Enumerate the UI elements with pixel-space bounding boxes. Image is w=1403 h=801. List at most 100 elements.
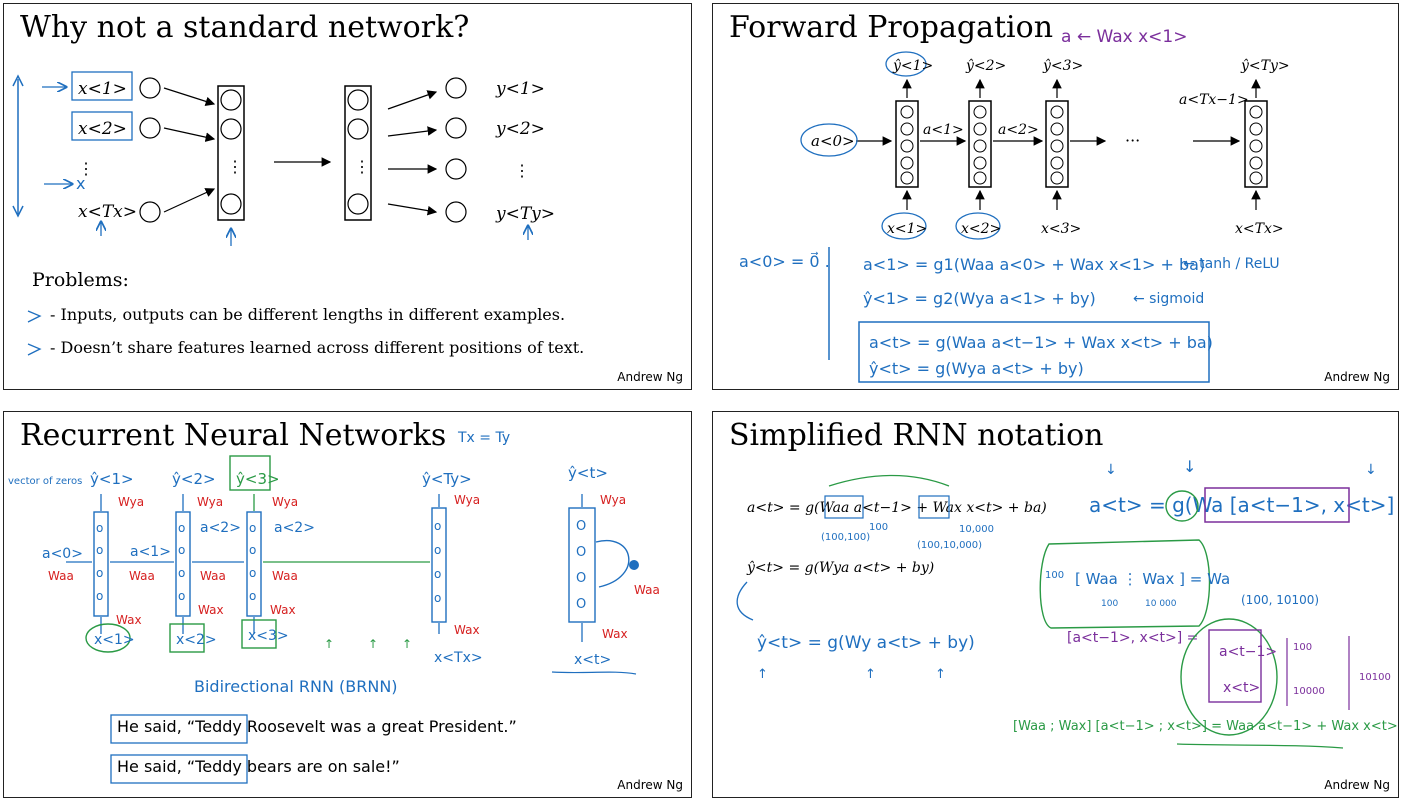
rnn-unit: oooo [246, 511, 262, 617]
handwritten-equation: [ Waa ⋮ Wax ] = Wa [1075, 570, 1230, 588]
input-node [139, 77, 161, 99]
output-label: ŷ<3> [1042, 57, 1083, 74]
input-label: x<1> [94, 632, 135, 648]
svg-text:o: o [96, 521, 103, 535]
svg-text:↓: ↓ [1183, 457, 1196, 476]
weight-label: Wax [602, 627, 628, 641]
example-sentence: He said, “Teddy bears are on sale!” [117, 757, 400, 776]
svg-text:↑: ↑ [368, 637, 378, 651]
output-node [445, 77, 467, 99]
problem-item: - Doesn’t share features learned across … [50, 338, 585, 357]
forward-propagation-diagram: a ← Wax x<1> a<0> a<1> a<2> ··· a<Tx−1> … [739, 27, 1290, 383]
svg-text:o: o [178, 566, 185, 580]
output-label: y<1> [495, 79, 545, 99]
handwritten-annotation: a ← Wax x<1> [1061, 27, 1187, 47]
output-label: ŷ<Ty> [422, 470, 472, 488]
output-label: ŷ<1> [90, 470, 134, 488]
input-label: x<2> [176, 632, 217, 648]
handwritten-equation: a<t> = g(Wa [a<t−1>, x<t>] + ba) [1089, 493, 1399, 517]
example-sentence: He said, “Teddy Roosevelt was a great Pr… [117, 717, 517, 736]
dots: ⋮ [78, 159, 94, 178]
output-label: ŷ<1> [892, 57, 933, 74]
input-node [139, 201, 161, 223]
svg-text:↓: ↓ [1365, 462, 1377, 478]
input-node [139, 117, 161, 139]
standard-network-diagram: x<1> x<2> x<Tx> x ⋮ ⋮ ⋮ y<1> y<2> ⋮ y<Ty… [12, 71, 555, 356]
activation-label: a<Tx−1> [1179, 92, 1249, 108]
svg-text:↑: ↑ [757, 667, 768, 682]
dimension-note: 10100 [1359, 672, 1391, 683]
svg-text:o: o [249, 589, 256, 603]
svg-text:O: O [576, 597, 586, 612]
output-label: ŷ<2> [965, 57, 1006, 74]
activation-label: a<1> [923, 122, 964, 138]
svg-text:o: o [96, 543, 103, 557]
weight-label: Wax [454, 623, 480, 637]
svg-text:↑: ↑ [865, 667, 876, 682]
input-label: x<2> [78, 119, 127, 139]
svg-text:↓: ↓ [1105, 462, 1117, 478]
dimension-note: (100,10,000) [917, 540, 982, 551]
svg-text:o: o [249, 566, 256, 580]
output-label: ŷ<3> [236, 470, 280, 488]
slide-simplified-rnn-notation: Simplified RNN notation a<t> = g(Waa a<t… [712, 411, 1399, 798]
svg-text:O: O [576, 571, 586, 586]
dimension-note: (100, 10100) [1241, 593, 1319, 607]
rnn-diagram: Tx = Ty vector of zeros oooo oooo oooo o… [8, 430, 660, 784]
problem-item: - Inputs, outputs can be different lengt… [50, 305, 566, 324]
svg-text:o: o [434, 519, 441, 533]
svg-text:o: o [96, 566, 103, 580]
svg-text:o: o [434, 543, 441, 557]
rnn-unit: oooo [175, 511, 191, 617]
weight-label: Waa [129, 569, 155, 583]
rnn-unit [968, 100, 992, 188]
equation: a<t> = g(Waa a<t−1> + Wax x<t> + ba) [747, 500, 1047, 516]
equation: ŷ<t> = g(Wya a<t> + by) [746, 559, 934, 576]
activation-label: a<0> [811, 132, 855, 150]
general-equation: ŷ<t> = g(Wya a<t> + by) [869, 359, 1084, 378]
handwritten-equation: [a<t−1>, x<t>] = [1067, 630, 1198, 646]
svg-text:o: o [96, 589, 103, 603]
handwritten-equation: ŷ<t> = g(Wy a<t> + by) [757, 633, 975, 653]
output-label: ŷ<Ty> [1240, 57, 1290, 74]
rnn-unit [895, 100, 919, 188]
weight-label: Wya [454, 493, 480, 507]
activation-label: a<2> [200, 520, 241, 536]
slide-standard-network: Why not a standard network? x<1> x<2> x<… [3, 3, 692, 390]
weight-label: Wax [198, 603, 224, 617]
vector-of-zeros-note: vector of zeros [8, 476, 82, 487]
activation-label: a<0> [42, 546, 83, 562]
svg-text:o: o [178, 543, 185, 557]
svg-text:O: O [576, 519, 586, 534]
author-credit: Andrew Ng [1324, 778, 1390, 792]
output-label: ŷ<t> [568, 464, 608, 482]
dimension-note: 10 000 [1145, 599, 1177, 609]
input-label: x<3> [248, 628, 289, 644]
output-node [445, 117, 467, 139]
activation-label: a<2> [998, 122, 1039, 138]
brnn-note: Bidirectional RNN (BRNN) [194, 677, 398, 696]
output-label: ŷ<2> [172, 470, 216, 488]
input-label: x<1> [887, 221, 927, 237]
problems-heading: Problems: [32, 269, 129, 291]
input-label: x<2> [961, 221, 1001, 237]
slide-forward-propagation: Forward Propagation a ← Wax x<1> a<0> a<… [712, 3, 1399, 390]
activation-label: a<2> [274, 520, 315, 536]
svg-text:⋮: ⋮ [227, 157, 243, 176]
svg-text:⋮: ⋮ [514, 161, 530, 180]
weight-label: Wya [272, 495, 298, 509]
input-label: x<t> [574, 652, 611, 668]
author-credit: Andrew Ng [617, 370, 683, 384]
input-label: x<1> [78, 79, 127, 99]
rnn-unit [1244, 100, 1268, 188]
dimension-note: 100 [1101, 599, 1118, 609]
dimension-note: 100 [869, 522, 888, 533]
svg-text:o: o [434, 567, 441, 581]
output-label: y<Ty> [495, 204, 555, 224]
svg-text:↑: ↑ [324, 637, 334, 651]
svg-text:o: o [178, 521, 185, 535]
equation: a<1> = g1(Waa a<0> + Wax x<1> + ba) [863, 255, 1205, 274]
ellipsis: ··· [1125, 131, 1140, 150]
input-label: x<Tx> [434, 650, 483, 666]
weight-label: Wax [270, 603, 296, 617]
